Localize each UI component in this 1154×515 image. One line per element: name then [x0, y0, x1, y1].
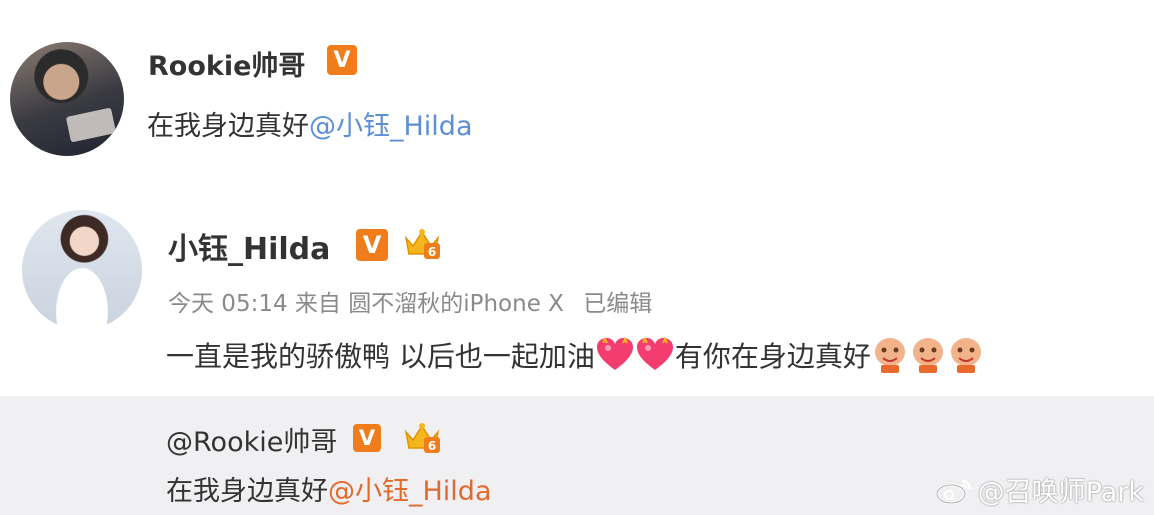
crown-level: 6: [428, 439, 436, 453]
repost-author: @Rookie帅哥: [166, 420, 337, 459]
reply-text-part2: 有你在身边真好: [674, 340, 871, 373]
post-text-body: 在我身边真好: [147, 111, 309, 142]
face-emoji-icon: [950, 338, 981, 373]
crown-level: 6: [428, 245, 436, 259]
avatar-rookie[interactable]: [10, 42, 124, 156]
author-name-hilda[interactable]: 小钰_Hilda: [168, 224, 330, 268]
verified-v-icon: V: [353, 424, 381, 452]
watermark-text: @召唤师Park: [977, 477, 1144, 508]
edited-label[interactable]: 已编辑: [583, 291, 652, 317]
author-name-rookie[interactable]: Rookie帅哥: [148, 44, 305, 83]
post-text: 在我身边真好@小钰_Hilda: [147, 104, 473, 143]
heart-emoji-icon: [636, 336, 673, 370]
post-source[interactable]: 圆不溜秋的iPhone X: [348, 291, 564, 317]
repost-text: 在我身边真好@小钰_Hilda: [166, 469, 492, 508]
post-meta: 今天 05:14 来自 圆不溜秋的iPhone X 已编辑: [168, 284, 652, 318]
verified-v-icon: V: [327, 45, 357, 75]
watermark: @召唤师Park: [934, 470, 1144, 509]
repost-text-body: 在我身边真好: [166, 476, 328, 507]
verified-v-icon: V: [356, 229, 388, 261]
reply-text-part1: 一直是我的骄傲鸭 以后也一起加油: [166, 340, 595, 373]
face-emoji-icon: [912, 338, 943, 373]
weibo-logo-icon: [935, 479, 971, 504]
face-emoji-icon: [874, 338, 905, 373]
mention-link[interactable]: @小钰_Hilda: [309, 111, 473, 142]
reply-text: 一直是我的骄傲鸭 以后也一起加油 有你在身边真好: [166, 334, 985, 375]
heart-emoji-icon: [596, 336, 633, 370]
crown-member-icon[interactable]: 6: [402, 420, 442, 454]
repost-mention-link[interactable]: @小钰_Hilda: [328, 476, 492, 507]
crown-member-icon[interactable]: 6: [402, 226, 442, 260]
post-time: 今天 05:14: [168, 291, 288, 317]
avatar-hilda[interactable]: [22, 210, 142, 330]
source-prefix: 来自: [294, 291, 341, 317]
repost-author-link[interactable]: @Rookie帅哥: [166, 427, 337, 458]
